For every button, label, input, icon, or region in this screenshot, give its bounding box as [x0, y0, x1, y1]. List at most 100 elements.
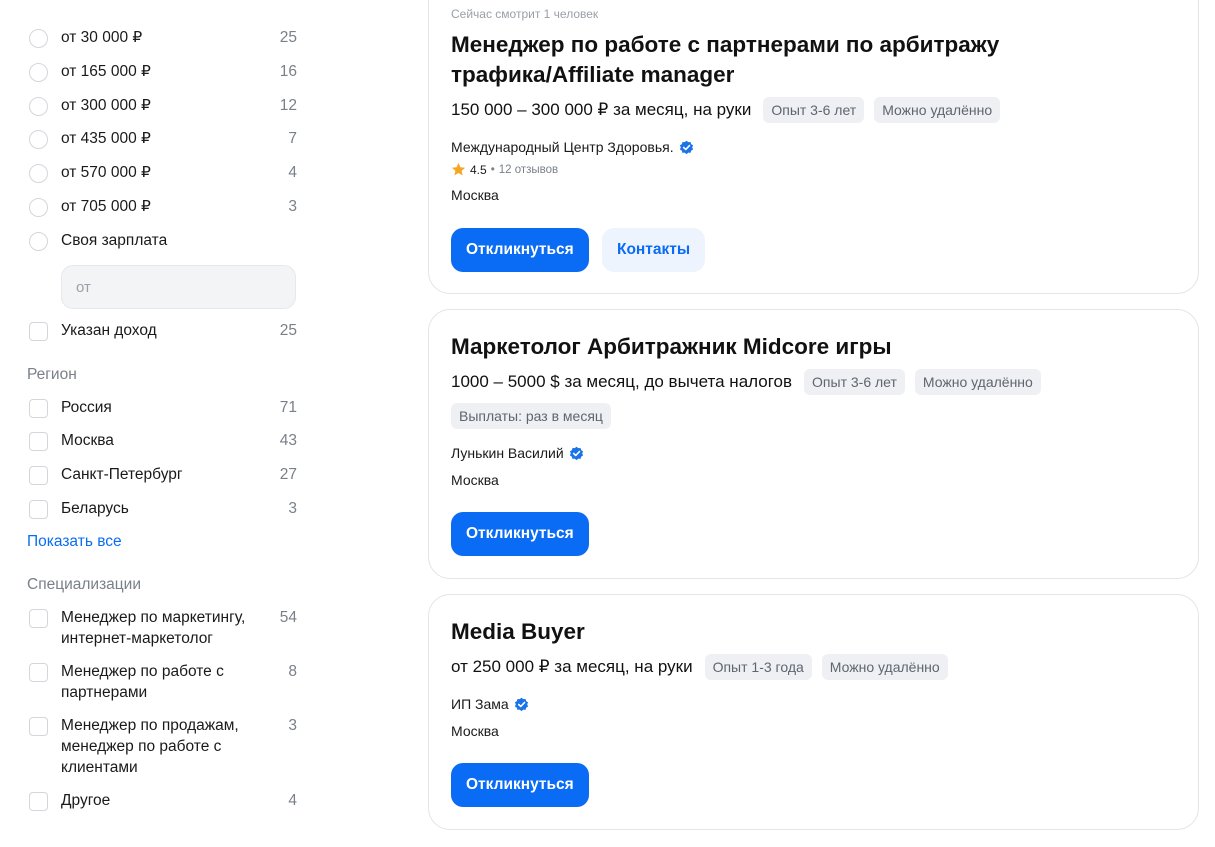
- specialization-count: 8: [288, 663, 297, 680]
- bullet-separator: •: [490, 163, 495, 176]
- radio-button[interactable]: [29, 97, 48, 116]
- checkbox[interactable]: [29, 466, 48, 485]
- salary-option-count: 25: [279, 29, 297, 46]
- verified-icon: [569, 446, 583, 460]
- vacancy-city: Москва: [451, 723, 499, 739]
- specialization-item[interactable]: Менеджер по маркетингу, интернет-маркето…: [27, 607, 297, 651]
- region-label: Россия: [61, 399, 112, 416]
- salary-option[interactable]: от 30 000 ₽ 25: [27, 27, 297, 51]
- salary-option-count: 3: [288, 198, 297, 215]
- apply-button[interactable]: Откликнуться: [451, 512, 589, 556]
- salary-option-count: 4: [288, 164, 297, 181]
- experience-tag: Опыт 3-6 лет: [804, 369, 905, 395]
- specialization-item[interactable]: Менеджер по продажам, менеджер по работе…: [27, 715, 297, 779]
- remote-tag: Можно удалённо: [821, 654, 948, 680]
- region-label: Беларусь: [61, 500, 129, 517]
- payment-line: Выплаты: раз в месяц: [451, 403, 1181, 429]
- checkbox[interactable]: [29, 500, 48, 519]
- salary-option-label: от 435 000 ₽: [61, 130, 151, 147]
- salary-option-label: от 570 000 ₽: [61, 164, 151, 181]
- employer-link[interactable]: ИП Зама: [451, 696, 529, 712]
- vacancy-city: Москва: [451, 187, 499, 203]
- region-item[interactable]: Санкт-Петербург 27: [27, 464, 297, 488]
- checkbox[interactable]: [29, 663, 48, 682]
- checkbox[interactable]: [29, 792, 48, 811]
- checkbox[interactable]: [29, 717, 48, 736]
- radio-button[interactable]: [29, 130, 48, 149]
- employer-link[interactable]: Международный Центр Здоровья.: [451, 139, 694, 155]
- experience-tag: Опыт 3-6 лет: [763, 97, 865, 123]
- vacancy-title[interactable]: Маркетолог Арбитражник Midcore игры: [451, 332, 1181, 362]
- filter-count: 25: [279, 322, 297, 339]
- salary-option-label: от 165 000 ₽: [61, 63, 151, 80]
- viewing-now-text: Сейчас смотрит 1 человек: [451, 7, 599, 21]
- vacancy-card: Маркетолог Арбитражник Midcore игры 1000…: [428, 309, 1199, 579]
- salary-option-count: 12: [279, 97, 297, 114]
- checkbox[interactable]: [29, 432, 48, 451]
- employer-rating[interactable]: 4.5 • 12 отзывов: [451, 162, 558, 177]
- specializations-section-title: Специализации: [27, 576, 141, 593]
- income-specified-filter[interactable]: Указан доход 25: [27, 320, 297, 344]
- salary-option[interactable]: от 165 000 ₽ 16: [27, 61, 297, 85]
- employer-link[interactable]: Лунькин Василий: [451, 445, 584, 461]
- region-label: Санкт-Петербург: [61, 466, 183, 483]
- salary-option-count: 7: [288, 130, 297, 147]
- radio-button[interactable]: [29, 63, 48, 82]
- payment-frequency-tag: Выплаты: раз в месяц: [451, 403, 611, 429]
- region-count: 43: [279, 432, 297, 449]
- salary-option-count: 16: [279, 63, 297, 80]
- salary-option[interactable]: от 570 000 ₽ 4: [27, 162, 297, 186]
- specialization-label: Менеджер по работе с партнерами: [61, 663, 224, 701]
- vacancy-title[interactable]: Media Buyer: [451, 617, 1181, 647]
- region-item[interactable]: Беларусь 3: [27, 498, 297, 522]
- remote-tag: Можно удалённо: [914, 369, 1041, 395]
- specialization-count: 4: [288, 792, 297, 809]
- employer-name: Лунькин Василий: [451, 445, 564, 461]
- radio-button[interactable]: [29, 232, 48, 251]
- radio-button[interactable]: [29, 29, 48, 48]
- checkbox[interactable]: [29, 609, 48, 628]
- contacts-button[interactable]: Контакты: [602, 228, 706, 272]
- specialization-item[interactable]: Менеджер по работе с партнерами 8: [27, 661, 297, 705]
- custom-salary-input[interactable]: [61, 265, 296, 309]
- salary-option-label: от 300 000 ₽: [61, 97, 151, 114]
- star-icon: [451, 162, 466, 176]
- reviews-count: 12 отзывов: [498, 163, 559, 176]
- salary-option-custom[interactable]: Своя зарплата: [27, 230, 297, 254]
- compensation: от 250 000 ₽ за месяц, на руки: [451, 657, 693, 676]
- radio-button[interactable]: [29, 198, 48, 217]
- rating-value: 4.5: [470, 162, 487, 177]
- salary-option[interactable]: от 705 000 ₽ 3: [27, 196, 297, 220]
- region-count: 71: [279, 399, 297, 416]
- verified-icon: [514, 697, 528, 711]
- compensation-line: 150 000 – 300 000 ₽ за месяц, на руки Оп…: [451, 97, 1181, 123]
- region-item[interactable]: Россия 71: [27, 397, 297, 421]
- radio-button[interactable]: [29, 164, 48, 183]
- verified-icon: [679, 140, 693, 154]
- apply-button[interactable]: Откликнуться: [451, 763, 589, 807]
- remote-tag: Можно удалённо: [874, 97, 1001, 123]
- employer-name: ИП Зама: [451, 696, 509, 712]
- vacancy-card: Сейчас смотрит 1 человек Менеджер по раб…: [428, 0, 1199, 294]
- filter-label: Указан доход: [61, 322, 157, 339]
- checkbox[interactable]: [29, 399, 48, 418]
- experience-tag: Опыт 1-3 года: [704, 654, 812, 680]
- region-item[interactable]: Москва 43: [27, 430, 297, 454]
- salary-option-label: от 705 000 ₽: [61, 198, 151, 215]
- salary-option-label: Своя зарплата: [61, 232, 168, 249]
- compensation-line: 1000 – 5000 $ за месяц, до вычета налого…: [451, 369, 1181, 395]
- compensation: 1000 – 5000 $ за месяц, до вычета налого…: [451, 372, 793, 391]
- compensation-line: от 250 000 ₽ за месяц, на руки Опыт 1-3 …: [451, 654, 1181, 680]
- salary-option[interactable]: от 300 000 ₽ 12: [27, 95, 297, 119]
- show-all-regions-link[interactable]: Показать все: [27, 533, 122, 551]
- checkbox[interactable]: [29, 322, 48, 341]
- vacancy-title[interactable]: Менеджер по работе с партнерами по арбит…: [451, 30, 1181, 90]
- specialization-item[interactable]: Другое 4: [27, 790, 297, 814]
- employer-name: Международный Центр Здоровья.: [451, 139, 674, 155]
- region-count: 27: [279, 466, 297, 483]
- specialization-label: Менеджер по продажам, менеджер по работе…: [61, 717, 239, 776]
- region-section-title: Регион: [27, 366, 77, 383]
- salary-option[interactable]: от 435 000 ₽ 7: [27, 128, 297, 152]
- apply-button[interactable]: Откликнуться: [451, 228, 589, 272]
- specialization-label: Менеджер по маркетингу, интернет-маркето…: [61, 609, 246, 647]
